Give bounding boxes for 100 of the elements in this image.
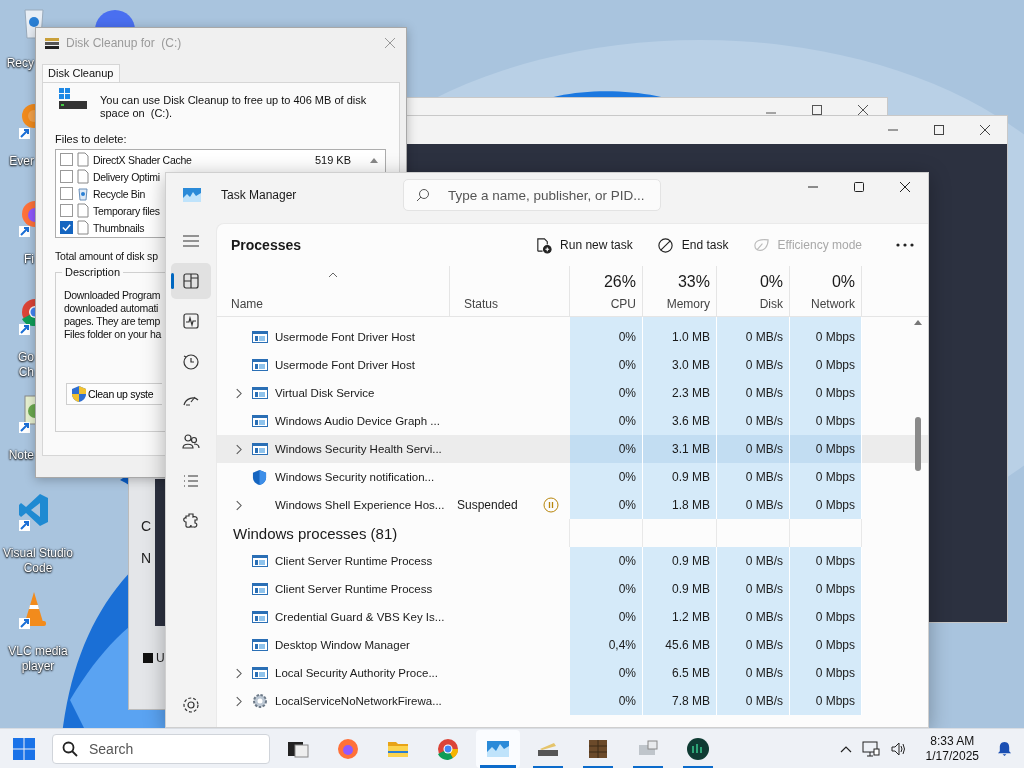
process-name: Credential Guard & VBS Key Is...: [275, 611, 445, 623]
puzzle-icon: [182, 512, 200, 530]
table-cell: 0 MB/s: [745, 442, 783, 456]
chevron-icon[interactable]: [234, 443, 242, 455]
document-icon: [77, 203, 89, 218]
desktop-icon-label: VLC media player: [7, 644, 69, 674]
column-header[interactable]: 33% Memory: [643, 266, 717, 316]
chevron-icon[interactable]: [234, 695, 242, 707]
chevron-up-icon[interactable]: [839, 744, 852, 753]
chart-circle-icon: [686, 736, 710, 761]
table-cell: 0 MB/s: [745, 386, 783, 400]
new-document-icon: [535, 236, 553, 254]
window-text: U: [156, 651, 165, 665]
checkbox[interactable]: [60, 221, 73, 234]
table-cell: 0%: [618, 582, 636, 596]
table-cell: 0.9 MB: [672, 470, 710, 484]
desktop-icon-label: Note: [7, 448, 34, 463]
search-icon: [62, 740, 78, 757]
maximize-icon: [853, 181, 865, 193]
maximize-icon[interactable]: [811, 104, 823, 116]
window-icon: [252, 583, 268, 595]
file-name: Thumbnails: [93, 221, 145, 234]
tab[interactable]: Disk Cleanup: [42, 64, 121, 82]
list-icon: [182, 472, 200, 490]
checkbox[interactable]: [60, 204, 73, 217]
table-cell: 3.0 MB: [672, 358, 710, 372]
file-name: Temporary files: [93, 204, 160, 217]
window-icon: [252, 387, 268, 399]
window-icon: [252, 415, 268, 427]
file-size: 519 KB: [314, 153, 351, 166]
process-name: Virtual Disk Service: [275, 387, 375, 399]
menu-icon: [182, 234, 200, 248]
files-label: Files to delete:: [55, 133, 127, 145]
table-cell: 0 Mbps: [815, 498, 855, 512]
table-cell: 0%: [618, 554, 636, 568]
maximize-icon[interactable]: [933, 124, 945, 136]
square-icon: [143, 653, 153, 663]
scrollbar[interactable]: [914, 319, 922, 471]
table-cell: 0 MB/s: [745, 582, 783, 596]
search-field[interactable]: Type a name, publisher, or PID...: [403, 179, 661, 211]
bell-icon[interactable]: [997, 741, 1012, 756]
close-icon[interactable]: [979, 124, 991, 136]
table-cell: 0%: [618, 330, 636, 344]
pause-icon: [543, 497, 559, 513]
file-name: Delivery Optimi: [93, 170, 160, 183]
table-cell: 0 MB/s: [745, 414, 783, 428]
settings-icon: [182, 696, 200, 714]
process-name: Client Server Runtime Process: [275, 555, 433, 567]
table-cell: 0,4%: [608, 638, 636, 652]
window-icon: [252, 331, 268, 343]
window-icon: [252, 639, 268, 651]
clock-date[interactable]: 1/17/2025: [925, 748, 979, 764]
table-cell: 1.0 MB: [672, 330, 710, 344]
column-header[interactable]: 26% CPU: [570, 266, 643, 316]
group-label: Description: [62, 266, 124, 278]
table-cell: 0 Mbps: [815, 554, 855, 568]
table-cell: 0 Mbps: [815, 442, 855, 456]
process-name: Desktop Window Manager: [275, 639, 410, 651]
chevron-icon[interactable]: [234, 667, 242, 679]
table-cell: 0 MB/s: [745, 330, 783, 344]
network-icon[interactable]: [861, 740, 880, 757]
process-name: Local Security Authority Proce...: [275, 667, 438, 679]
column-header[interactable]: Status: [450, 266, 570, 316]
run-new-task-button[interactable]: Run new task: [535, 236, 633, 254]
clock-time[interactable]: 8:33 AM: [930, 733, 975, 749]
document-icon: [77, 152, 89, 167]
window-title: Task Manager: [221, 188, 298, 202]
process-name: Usermode Font Driver Host: [275, 331, 415, 343]
more-icon: [896, 243, 914, 247]
column-header[interactable]: Name: [217, 266, 450, 316]
end-task-button[interactable]: End task: [656, 236, 729, 254]
firefox-icon: [336, 736, 360, 761]
table-cell: 7.8 MB: [672, 694, 710, 708]
broom-icon: [44, 36, 60, 50]
prohibited-icon: [656, 236, 674, 254]
checkbox[interactable]: [60, 187, 73, 200]
group-heading: Windows processes (81): [232, 523, 399, 544]
process-name: Windows Audio Device Graph ...: [275, 415, 440, 427]
table-cell: 0%: [618, 666, 636, 680]
process-status: Suspended: [457, 498, 518, 512]
checkbox[interactable]: [60, 153, 73, 166]
clean-up-button[interactable]: Clean up syste: [66, 383, 162, 405]
scroll-up-icon[interactable]: [914, 319, 922, 325]
nav-tab[interactable]: [171, 263, 211, 299]
checkbox[interactable]: [60, 170, 73, 183]
table-cell: 0 MB/s: [745, 610, 783, 624]
chevron-icon[interactable]: [234, 387, 242, 399]
table-cell: 0 Mbps: [815, 694, 855, 708]
pulse-icon: [182, 312, 200, 330]
process-name: Windows Security notification...: [275, 471, 435, 483]
speaker-icon[interactable]: [889, 740, 908, 757]
table-cell: 0.9 MB: [672, 554, 710, 568]
column-header[interactable]: 0% Network: [790, 266, 862, 316]
chevron-icon[interactable]: [234, 499, 242, 511]
close-icon[interactable]: [857, 104, 869, 116]
users-icon: [182, 432, 200, 450]
code-editor-icon[interactable]: [18, 492, 50, 532]
search-field[interactable]: Search: [52, 733, 270, 764]
column-header[interactable]: 0% Disk: [717, 266, 790, 316]
table-cell: 0 Mbps: [815, 386, 855, 400]
